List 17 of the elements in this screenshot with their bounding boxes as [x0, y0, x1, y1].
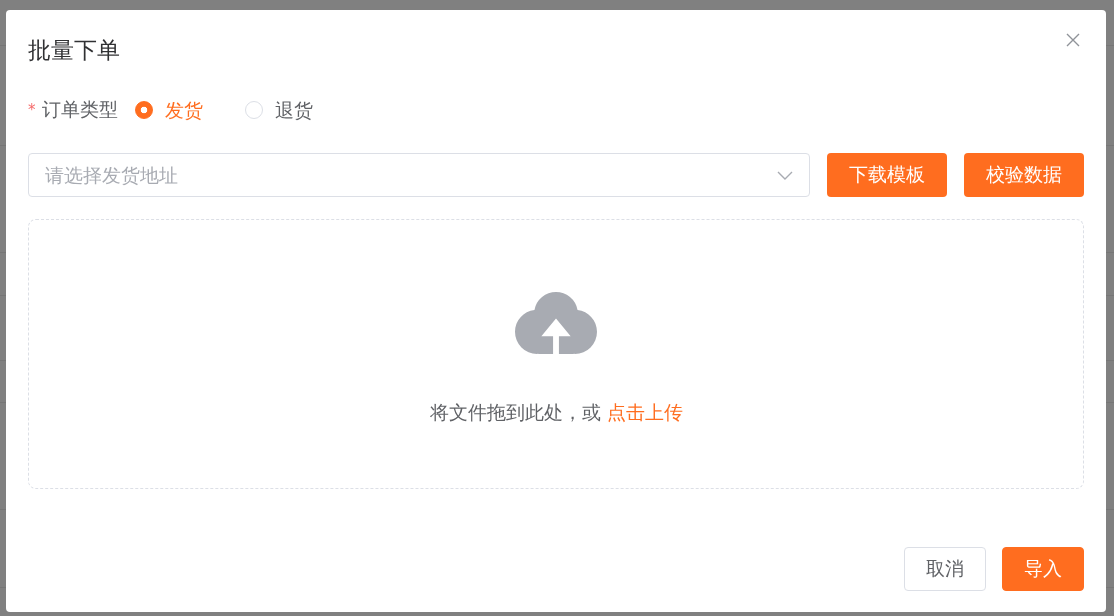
radio-option[interactable]: 退货: [244, 97, 313, 123]
upload-link[interactable]: 点击上传: [606, 401, 683, 423]
dialog-button[interactable]: 取消: [904, 547, 986, 591]
close-button[interactable]: [1066, 33, 1080, 47]
action-button[interactable]: 下载模板: [827, 153, 947, 197]
radio-option[interactable]: 发货: [134, 97, 203, 123]
upload-dropzone[interactable]: 将文件拖到此处，或 点击上传: [28, 219, 1084, 489]
dialog-button[interactable]: 导入: [1002, 547, 1084, 591]
address-select[interactable]: 请选择发货地址: [28, 153, 810, 197]
chevron-down-icon: [777, 170, 793, 180]
upload-hint: 将文件拖到此处，或 点击上传: [429, 400, 683, 425]
close-icon: [1066, 33, 1080, 47]
dialog-title: 批量下单: [28, 36, 120, 65]
cloud-upload-icon: [515, 292, 597, 354]
required-mark: *: [28, 101, 36, 119]
action-button[interactable]: 校验数据: [964, 153, 1084, 197]
order-type-label: 订单类型: [41, 97, 118, 122]
